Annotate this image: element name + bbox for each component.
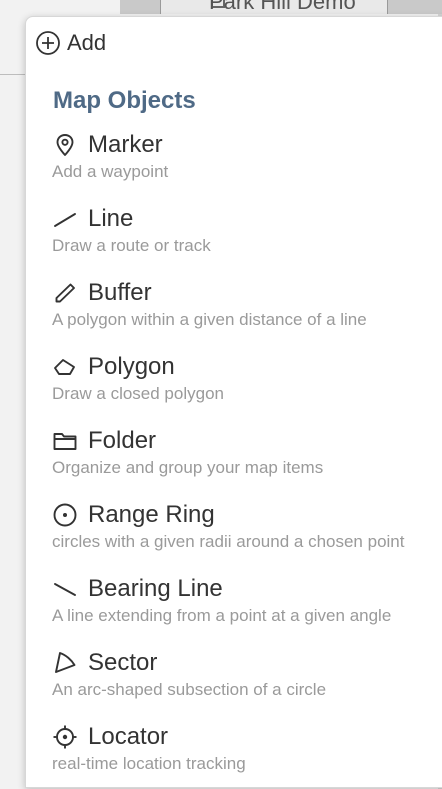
menu-item-description: Draw a route or track [52,236,211,255]
menu-item-bearing-line[interactable]: Bearing Line A line extending from a poi… [52,575,442,641]
menu-item-label: Buffer [88,279,152,306]
menu-item-sector[interactable]: Sector An arc-shaped subsection of a cir… [52,649,442,715]
menu-item-description: circles with a given radii around a chos… [52,532,405,551]
menu-item-description: An arc-shaped subsection of a circle [52,680,327,699]
menu-item-locator[interactable]: Locator real-time location tracking [52,723,442,787]
menu-item-buffer[interactable]: Buffer A polygon within a given distance… [52,279,442,345]
add-button[interactable]: Add [35,29,106,57]
menu-item-folder[interactable]: Folder Organize and group your map items [52,427,442,493]
menu-item-description: Organize and group your map items [52,458,324,477]
menu-item-marker[interactable]: Marker Add a waypoint [52,131,442,197]
line-icon [52,206,78,232]
menu-item-description: A polygon within a given distance of a l… [52,310,367,329]
range-ring-icon [52,502,78,528]
bearing-line-icon [52,576,78,602]
menu-item-description: real-time location tracking [52,754,246,773]
buffer-icon [52,280,78,306]
menu-item-description: Add a waypoint [52,162,169,181]
menu-item-label: Folder [88,427,157,454]
background-tab-bar: Park Hill Demo [120,0,442,14]
locator-icon [52,724,78,750]
menu-item-range-ring[interactable]: Range Ring circles with a given radii ar… [52,501,442,567]
menu-item-line[interactable]: Line Draw a route or track [52,205,442,271]
menu-item-label: Sector [88,649,158,676]
menu-item-label: Bearing Line [88,575,223,602]
menu-item-description: A line extending from a point at a given… [52,606,392,625]
background-tab-title: Park Hill Demo [209,0,356,14]
menu-item-polygon[interactable]: Polygon Draw a closed polygon [52,353,442,419]
background-tab[interactable]: Park Hill Demo [160,0,388,14]
add-label: Add [67,30,107,55]
menu-item-label: Polygon [88,353,175,380]
menu-item-label: Line [88,205,134,232]
menu-item-description: Draw a closed polygon [52,384,224,403]
folder-icon [52,428,78,454]
background-divider [0,74,26,75]
menu-item-label: Marker [88,131,163,158]
plus-circle-icon [35,30,61,56]
menu-item-label: Range Ring [88,501,215,528]
polygon-icon [52,354,78,380]
app-viewport: Park Hill Demo Add Map Objects Marker Ad… [0,0,442,789]
marker-icon [52,132,78,158]
add-map-object-menu: Add Map Objects Marker Add a waypoint Li… [25,16,442,788]
sector-icon [52,650,78,676]
menu-item-label: Locator [88,723,169,750]
section-title-map-objects: Map Objects [53,87,196,114]
